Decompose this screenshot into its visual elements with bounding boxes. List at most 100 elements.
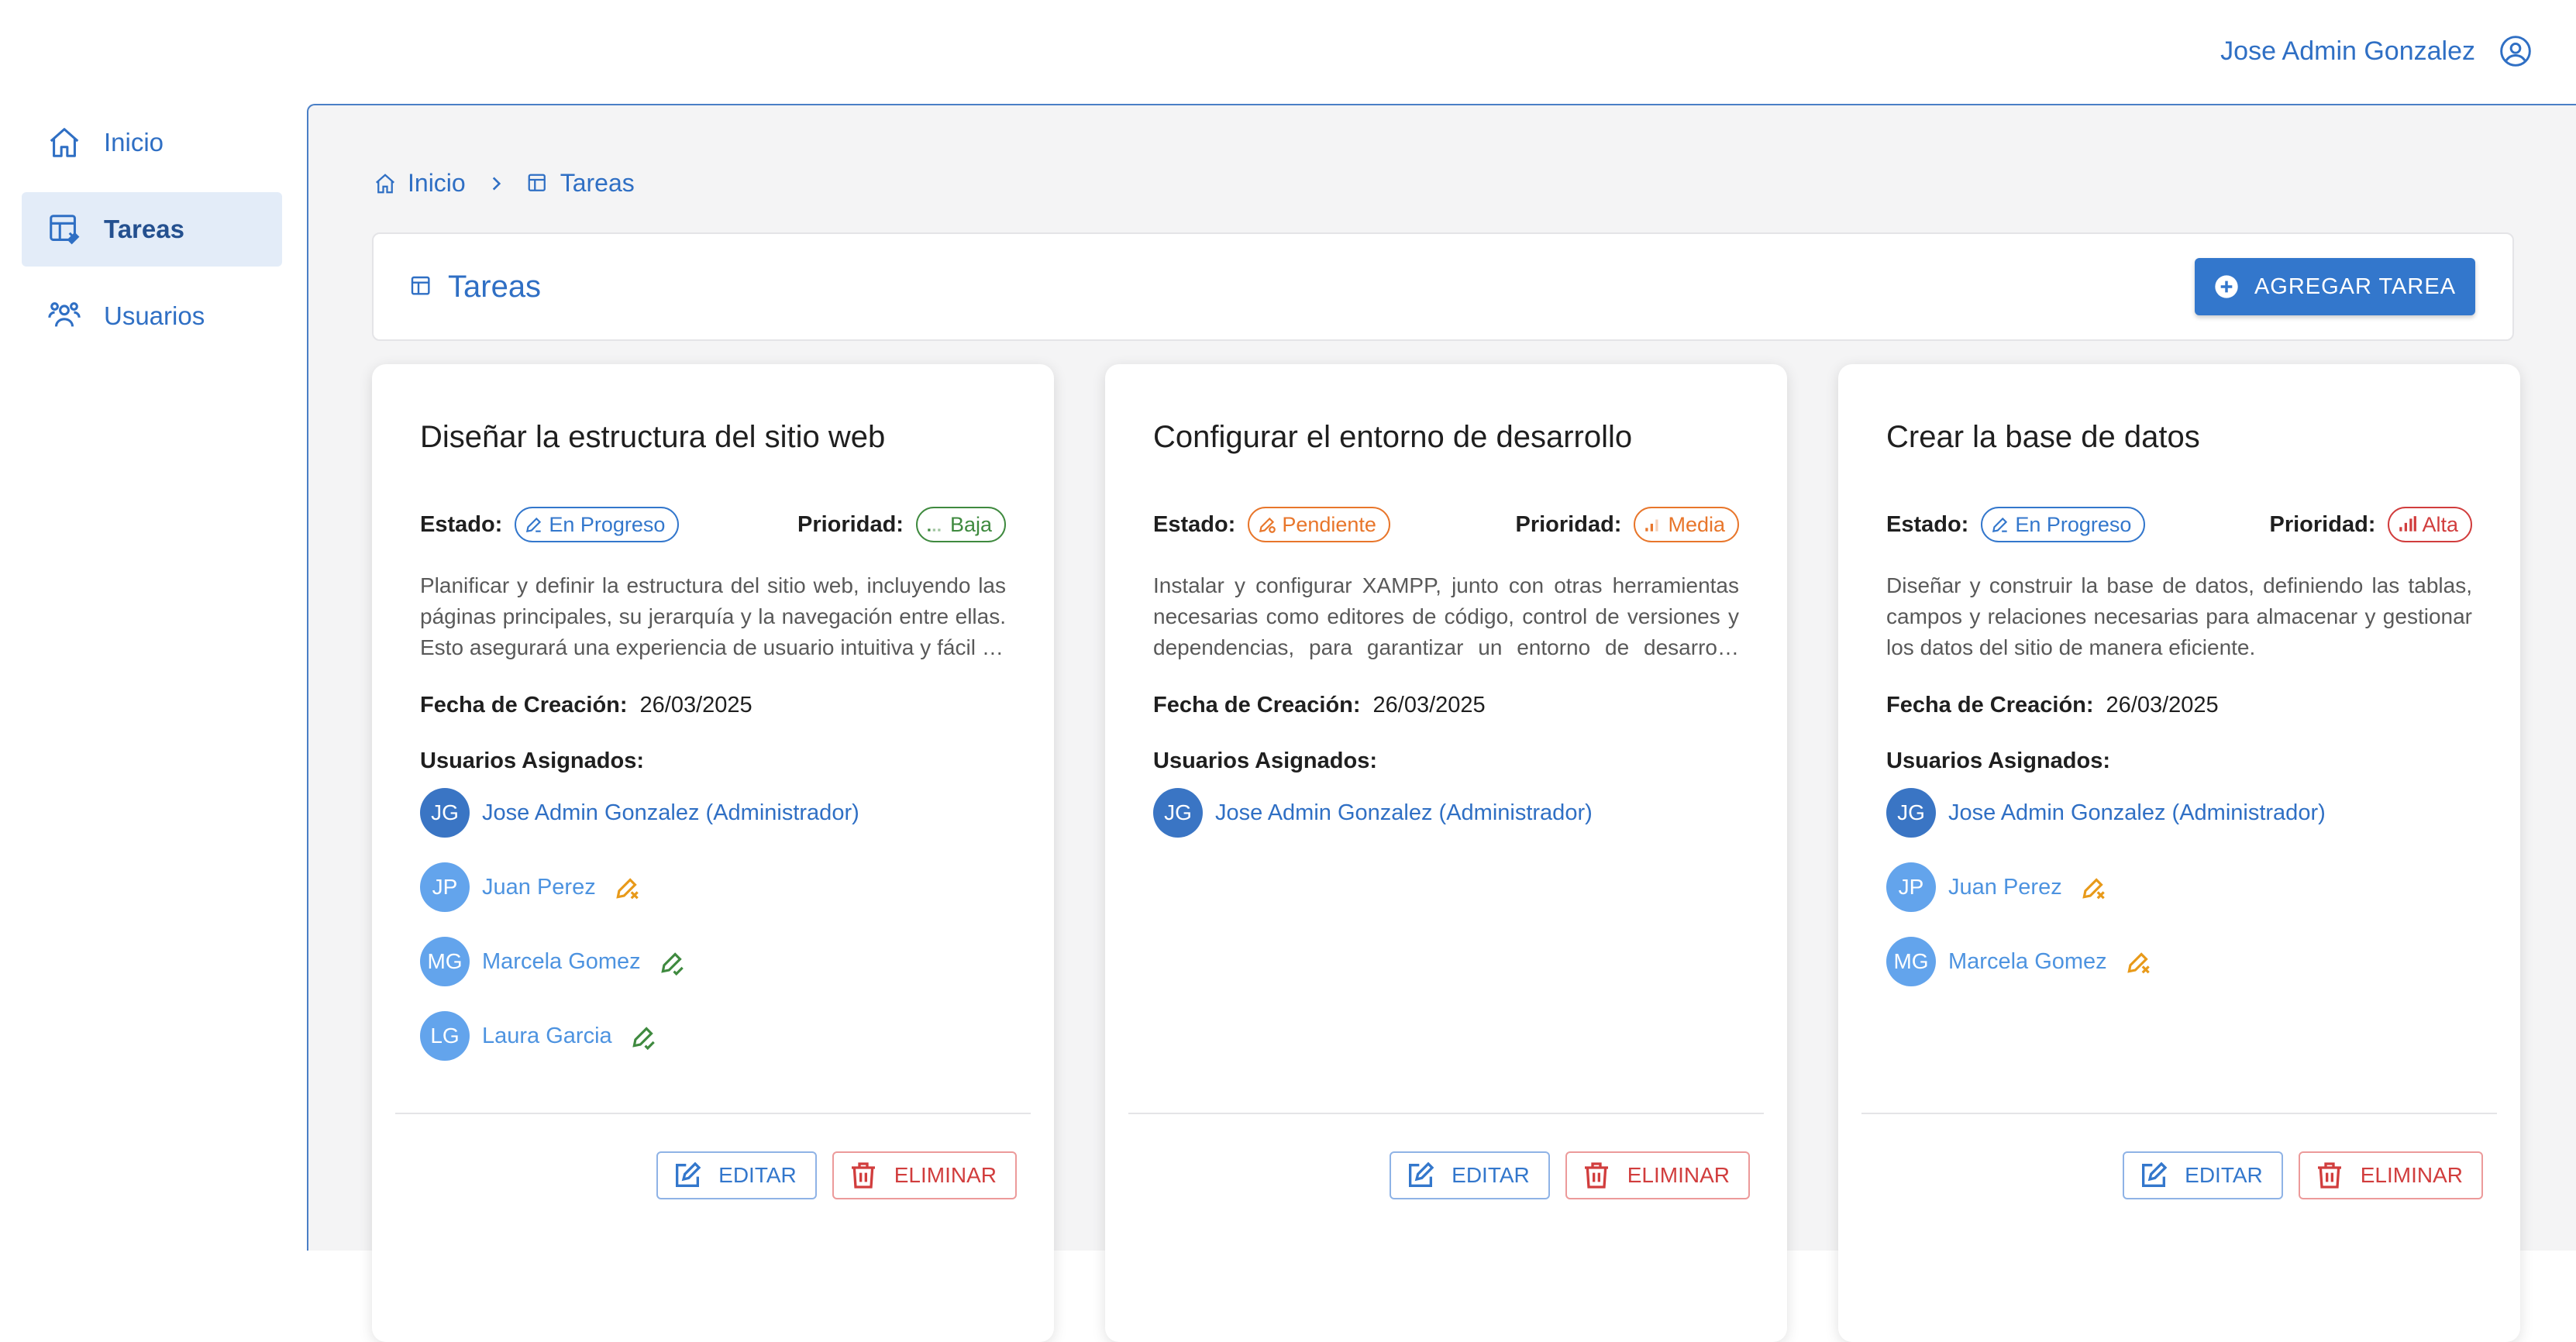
assigned-user-name[interactable]: Juan Perez — [482, 875, 596, 900]
avatar: JG — [1153, 788, 1203, 838]
priority-high-icon — [2397, 514, 2422, 535]
edit-button[interactable]: EDITAR — [656, 1151, 817, 1199]
clock-pending-icon — [1257, 514, 1282, 535]
assigned-user: MG Marcela Gomez — [1886, 936, 2326, 987]
task-description: Planificar y definir la estructura del s… — [420, 573, 1006, 659]
assigned-users-label: Usuarios Asignados: — [1153, 748, 1377, 773]
assigned-user-name[interactable]: Jose Admin Gonzalez (Administrador) — [482, 800, 859, 826]
assigned-user-name[interactable]: Marcela Gomez — [1948, 949, 2107, 975]
assigned-user-name[interactable]: Laura Garcia — [482, 1024, 612, 1049]
edit-button[interactable]: EDITAR — [1390, 1151, 1550, 1199]
edit-permission-icon[interactable] — [658, 947, 687, 976]
priority-field: Prioridad: Baja — [797, 507, 1006, 542]
task-meta: Estado: En Progreso Prioridad: Alta — [1886, 505, 2472, 544]
priority-field: Prioridad: Alta — [2269, 507, 2472, 542]
delete-button[interactable]: ELIMINAR — [832, 1151, 1017, 1199]
top-bar: Jose Admin Gonzalez — [0, 0, 2576, 102]
edit-button[interactable]: EDITAR — [2123, 1151, 2283, 1199]
edit-icon — [1405, 1160, 1452, 1191]
breadcrumb-label: Tareas — [560, 169, 635, 197]
status-badge: En Progreso — [515, 507, 680, 542]
priority-low-icon — [925, 514, 950, 535]
delete-button[interactable]: ELIMINAR — [2298, 1151, 2483, 1199]
assigned-user: JP Juan Perez — [1886, 862, 2326, 913]
task-actions: EDITAR ELIMINAR — [2107, 1151, 2483, 1199]
divider — [1861, 1113, 2497, 1114]
status-badge: En Progreso — [1981, 507, 2146, 542]
breadcrumb: Inicio Tareas — [374, 169, 635, 198]
pencil-progress-icon — [524, 514, 549, 535]
task-meta: Estado: Pendiente Prioridad: Media — [1153, 505, 1739, 544]
creation-date-label: Fecha de Creación: — [420, 693, 628, 717]
priority-label: Prioridad: — [797, 511, 904, 537]
table-edit-icon — [411, 276, 430, 295]
breadcrumb-label: Inicio — [408, 169, 466, 197]
priority-label: Prioridad: — [2269, 511, 2376, 537]
assigned-user: MG Marcela Gomez — [420, 936, 859, 987]
current-user-name[interactable]: Jose Admin Gonzalez — [2220, 36, 2475, 67]
priority-label: Prioridad: — [1515, 511, 1622, 537]
status-badge: Pendiente — [1248, 507, 1390, 542]
assigned-users-list: JG Jose Admin Gonzalez (Administrador) — [1153, 787, 1593, 862]
status-field: Estado: Pendiente — [1153, 507, 1390, 542]
sidebar-item-inicio[interactable]: Inicio — [22, 105, 282, 180]
no-edit-permission-icon[interactable] — [2124, 947, 2154, 976]
assigned-user-name[interactable]: Marcela Gomez — [482, 949, 641, 975]
assigned-users-label: Usuarios Asignados: — [420, 748, 644, 773]
assigned-user: JG Jose Admin Gonzalez (Administrador) — [1886, 787, 2326, 838]
task-card: Configurar el entorno de desarrollo Esta… — [1105, 364, 1787, 1342]
delete-button[interactable]: ELIMINAR — [1565, 1151, 1750, 1199]
status-label: Estado: — [420, 511, 503, 537]
avatar: JP — [420, 862, 470, 912]
priority-field: Prioridad: Media — [1515, 507, 1739, 542]
assigned-user: JG Jose Admin Gonzalez (Administrador) — [420, 787, 859, 838]
avatar: JP — [1886, 862, 1936, 912]
task-meta: Estado: En Progreso Prioridad: Baja — [420, 505, 1006, 544]
avatar: MG — [1886, 937, 1936, 986]
sidebar-item-label: Inicio — [104, 128, 164, 157]
sidebar-item-usuarios[interactable]: Usuarios — [22, 279, 282, 353]
edit-permission-icon[interactable] — [629, 1021, 659, 1051]
assigned-user-name[interactable]: Juan Perez — [1948, 875, 2062, 900]
no-edit-permission-icon[interactable] — [613, 872, 642, 902]
task-card: Diseñar la estructura del sitio web Esta… — [372, 364, 1054, 1342]
assigned-user-name[interactable]: Jose Admin Gonzalez (Administrador) — [1948, 800, 2326, 826]
creation-date: Fecha de Creación: 26/03/2025 — [420, 693, 752, 718]
priority-badge: Media — [1634, 507, 1739, 542]
page-header: Tareas AGREGAR TAREA — [372, 232, 2514, 341]
sidebar-item-label: Usuarios — [104, 301, 205, 330]
trash-icon — [848, 1160, 894, 1191]
add-task-button[interactable]: AGREGAR TAREA — [2195, 258, 2475, 315]
sidebar: Inicio Tareas Usuarios — [22, 105, 282, 366]
priority-medium-icon — [1643, 514, 1668, 535]
pencil-progress-icon — [1990, 514, 2015, 535]
breadcrumb-tareas[interactable]: Tareas — [526, 169, 635, 198]
creation-date-value: 26/03/2025 — [1372, 693, 1486, 717]
main-content: Inicio Tareas Tareas AGREGAR TAREA Diseñ… — [307, 104, 2576, 1342]
task-description: Diseñar y construir la base de datos, de… — [1886, 573, 2472, 659]
no-edit-permission-icon[interactable] — [2079, 872, 2109, 902]
status-field: Estado: En Progreso — [1886, 507, 2146, 542]
account-circle-icon[interactable] — [2499, 34, 2533, 68]
task-title: Diseñar la estructura del sitio web — [420, 420, 886, 454]
home-icon — [50, 128, 79, 157]
creation-date-value: 26/03/2025 — [639, 693, 752, 717]
status-label: Estado: — [1886, 511, 1969, 537]
table-edit-icon — [50, 215, 80, 245]
assigned-user-name[interactable]: Jose Admin Gonzalez (Administrador) — [1215, 800, 1593, 826]
priority-badge: Baja — [915, 507, 1006, 542]
priority-badge: Alta — [2388, 507, 2472, 542]
add-task-label: AGREGAR TAREA — [2254, 274, 2457, 299]
add-circle-icon — [2215, 275, 2238, 298]
creation-date: Fecha de Creación: 26/03/2025 — [1153, 693, 1486, 718]
avatar: MG — [420, 937, 470, 986]
status-label: Estado: — [1153, 511, 1236, 537]
assigned-users-label: Usuarios Asignados: — [1886, 748, 2110, 773]
sidebar-item-tareas[interactable]: Tareas — [22, 192, 282, 267]
breadcrumb-inicio[interactable]: Inicio — [374, 169, 466, 198]
avatar: LG — [420, 1011, 470, 1061]
creation-date: Fecha de Creación: 26/03/2025 — [1886, 693, 2219, 718]
task-description: Instalar y configurar XAMPP, junto con o… — [1153, 573, 1739, 659]
table-edit-icon — [528, 174, 546, 191]
task-cards: Diseñar la estructura del sitio web Esta… — [372, 364, 2520, 1342]
